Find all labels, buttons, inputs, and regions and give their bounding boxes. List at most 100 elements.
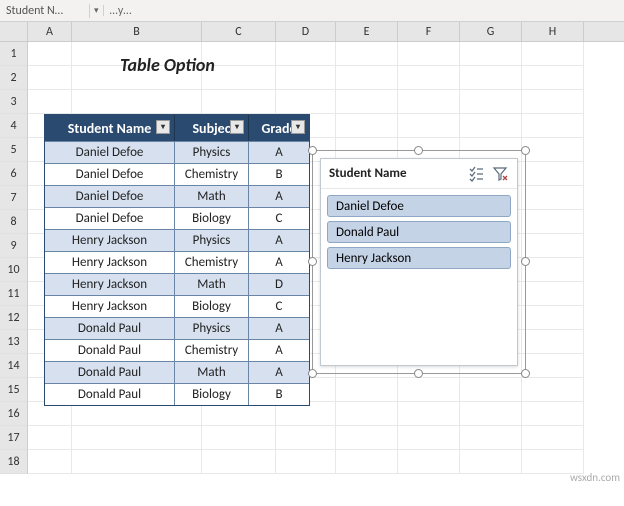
cell[interactable] (522, 330, 584, 354)
cell[interactable] (398, 378, 460, 402)
cell[interactable] (398, 90, 460, 114)
row-header[interactable]: 17 (0, 426, 28, 450)
table-row[interactable]: Daniel DefoeBiologyC (45, 207, 309, 229)
cell[interactable] (398, 42, 460, 66)
cell[interactable] (522, 426, 584, 450)
table-header-grade[interactable]: Grade ▾ (249, 115, 309, 141)
cell[interactable] (460, 114, 522, 138)
row-header[interactable]: 11 (0, 282, 28, 306)
table-header-name[interactable]: Student Name ▾ (45, 115, 175, 141)
cell[interactable] (460, 90, 522, 114)
cell[interactable] (28, 450, 72, 474)
row-header[interactable]: 12 (0, 306, 28, 330)
row-header[interactable]: 16 (0, 402, 28, 426)
cell[interactable] (522, 306, 584, 330)
fx-icon[interactable]: …y… (104, 4, 138, 18)
table-row[interactable]: Henry JacksonPhysicsA (45, 229, 309, 251)
table-header-subject[interactable]: Subjec ▾ (175, 115, 249, 141)
cell[interactable] (336, 114, 398, 138)
cell[interactable] (522, 282, 584, 306)
col-header-A[interactable]: A (28, 22, 72, 41)
row-header[interactable]: 2 (0, 66, 28, 90)
table-row[interactable]: Henry JacksonBiologyC (45, 295, 309, 317)
table-row[interactable]: Donald PaulPhysicsA (45, 317, 309, 339)
cell[interactable] (460, 378, 522, 402)
cell[interactable] (522, 354, 584, 378)
cell[interactable] (276, 426, 336, 450)
cell[interactable] (522, 186, 584, 210)
cell[interactable] (28, 426, 72, 450)
cell[interactable] (522, 234, 584, 258)
cell[interactable] (522, 42, 584, 66)
cell[interactable] (72, 450, 202, 474)
name-box-dropdown-icon[interactable]: ▾ (90, 5, 104, 16)
table-row[interactable]: Daniel DefoeMathA (45, 185, 309, 207)
cell[interactable] (460, 450, 522, 474)
row-header[interactable]: 15 (0, 378, 28, 402)
cell[interactable] (202, 426, 276, 450)
cell[interactable] (336, 378, 398, 402)
cell[interactable] (460, 66, 522, 90)
cell[interactable] (276, 42, 336, 66)
cell[interactable] (398, 66, 460, 90)
col-header-D[interactable]: D (276, 22, 336, 41)
row-header[interactable]: 13 (0, 330, 28, 354)
table-row[interactable]: Daniel DefoeChemistryB (45, 163, 309, 185)
cell[interactable] (72, 90, 202, 114)
col-header-H[interactable]: H (522, 22, 584, 41)
table-row[interactable]: Donald PaulMathA (45, 361, 309, 383)
row-header[interactable]: 6 (0, 162, 28, 186)
cell[interactable] (202, 90, 276, 114)
table-row[interactable]: Donald PaulChemistryA (45, 339, 309, 361)
row-header[interactable]: 1 (0, 42, 28, 66)
cell[interactable] (72, 426, 202, 450)
cell[interactable] (28, 90, 72, 114)
cell[interactable] (398, 426, 460, 450)
cell[interactable] (522, 210, 584, 234)
col-header-B[interactable]: B (72, 22, 202, 41)
col-header-C[interactable]: C (202, 22, 276, 41)
multiselect-icon[interactable] (467, 165, 485, 183)
cell[interactable] (398, 114, 460, 138)
row-header[interactable]: 9 (0, 234, 28, 258)
cell[interactable] (336, 450, 398, 474)
cell[interactable] (276, 90, 336, 114)
col-header-F[interactable]: F (398, 22, 460, 41)
cell[interactable] (522, 90, 584, 114)
row-header[interactable]: 4 (0, 114, 28, 138)
cell[interactable] (336, 66, 398, 90)
slicer-item[interactable]: Donald Paul (327, 221, 511, 243)
cell[interactable] (522, 162, 584, 186)
clear-filter-icon[interactable] (491, 165, 509, 183)
cell[interactable] (276, 66, 336, 90)
row-header[interactable]: 8 (0, 210, 28, 234)
row-header[interactable]: 18 (0, 450, 28, 474)
table-row[interactable]: Henry JacksonChemistryA (45, 251, 309, 273)
slicer-item[interactable]: Daniel Defoe (327, 195, 511, 217)
cell[interactable] (522, 66, 584, 90)
table-row[interactable]: Henry JacksonMathD (45, 273, 309, 295)
cell[interactable] (460, 426, 522, 450)
cell[interactable] (522, 114, 584, 138)
filter-dropdown-icon[interactable]: ▾ (291, 120, 305, 134)
cell[interactable] (336, 42, 398, 66)
filter-dropdown-icon[interactable]: ▾ (230, 120, 244, 134)
cell[interactable] (460, 42, 522, 66)
table-row[interactable]: Donald PaulBiologyB (45, 383, 309, 405)
cell[interactable] (336, 402, 398, 426)
cell[interactable] (398, 450, 460, 474)
row-header[interactable]: 7 (0, 186, 28, 210)
col-header-G[interactable]: G (460, 22, 522, 41)
cell[interactable] (522, 378, 584, 402)
cell[interactable] (336, 426, 398, 450)
row-header[interactable]: 10 (0, 258, 28, 282)
cell[interactable] (522, 402, 584, 426)
slicer-student-name[interactable]: Student Name Daniel DefoeDonald PaulHenr… (320, 158, 518, 366)
cell[interactable] (28, 66, 72, 90)
slicer-item[interactable]: Henry Jackson (327, 247, 511, 269)
cell[interactable] (202, 450, 276, 474)
cell[interactable] (522, 138, 584, 162)
row-header[interactable]: 3 (0, 90, 28, 114)
cell[interactable] (336, 90, 398, 114)
cell[interactable] (460, 402, 522, 426)
